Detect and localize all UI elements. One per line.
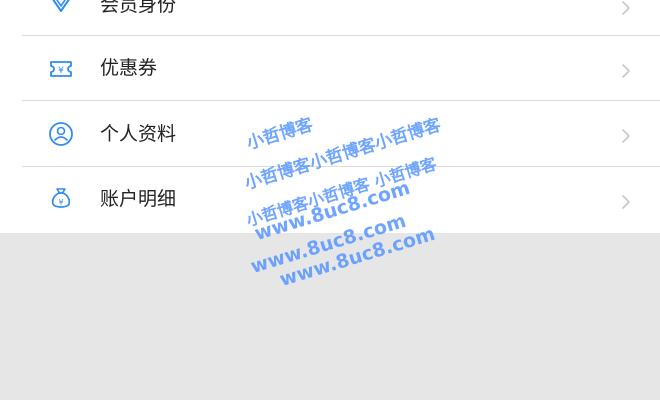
svg-text:¥: ¥ [58, 66, 64, 76]
menu-item-label: 优惠券 [100, 57, 158, 79]
menu-item-label: 会员身份 [100, 0, 177, 16]
chevron-right-icon [619, 127, 633, 145]
svg-text:¥: ¥ [58, 198, 63, 207]
menu-list: 会员身份 ¥ 优惠券 个人资料 ¥ 账户明细 [0, 0, 660, 233]
menu-item-label: 账户明细 [100, 188, 177, 210]
chevron-right-icon [619, 193, 633, 211]
chevron-right-icon [619, 62, 633, 80]
screen: 会员身份 ¥ 优惠券 个人资料 ¥ 账户明细 小哲博客 小哲博客小哲博客小哲博客… [0, 0, 660, 400]
divider [22, 100, 660, 101]
money-bag-icon: ¥ [47, 185, 75, 213]
menu-item-personal-info[interactable]: 个人资料 [0, 102, 660, 167]
watermark-url: www.8uc8.com [277, 222, 438, 292]
user-profile-icon [47, 120, 75, 148]
coupon-icon: ¥ [47, 55, 75, 83]
menu-item-member-identity[interactable]: 会员身份 [0, 0, 660, 36]
menu-item-coupons[interactable]: ¥ 优惠券 [0, 36, 660, 101]
menu-item-account-details[interactable]: ¥ 账户明细 [0, 167, 660, 232]
diamond-icon [47, 0, 75, 17]
chevron-right-icon [619, 0, 633, 17]
menu-item-label: 个人资料 [100, 123, 177, 145]
